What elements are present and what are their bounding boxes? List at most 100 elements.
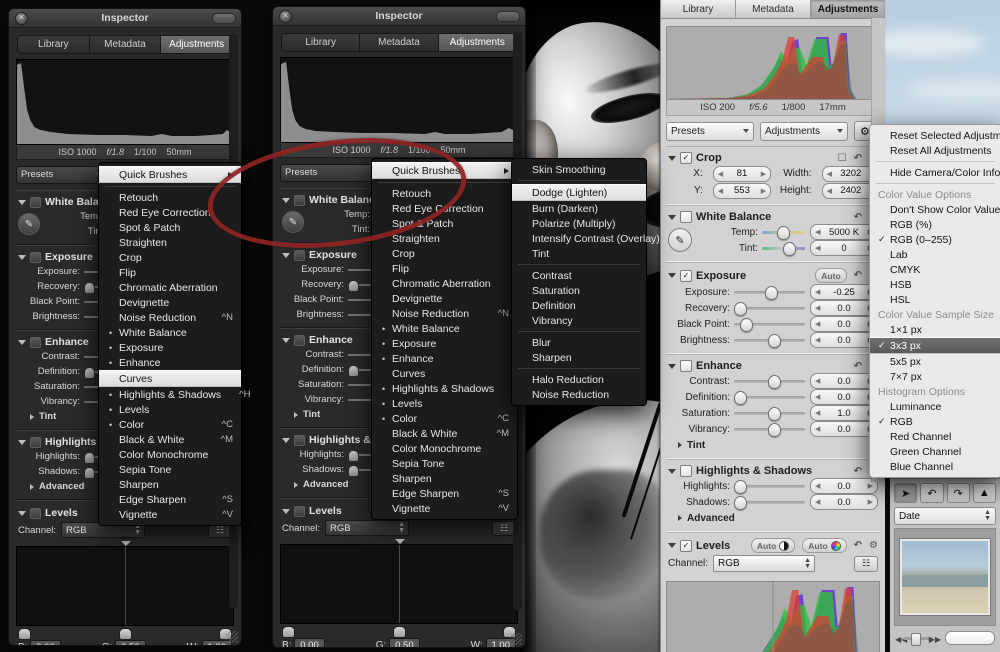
disclosure-triangle-icon[interactable] — [18, 510, 26, 516]
menu-item-retouch[interactable]: Retouch — [99, 190, 241, 205]
levels-black-input[interactable]: 0,00 — [30, 640, 61, 645]
disclosure-triangle-icon[interactable] — [18, 439, 26, 445]
tab-adjustments[interactable]: Adjustments — [161, 36, 232, 53]
disclosure-triangle-icon[interactable] — [18, 199, 26, 205]
menu-item-blur[interactable]: Blur — [512, 335, 646, 350]
black-point-stepper[interactable]: ◀0.0▶ — [810, 316, 878, 332]
disclosure-triangle-icon[interactable] — [282, 437, 290, 443]
presets-dropdown[interactable]: Presets — [666, 121, 754, 141]
reset-icon[interactable]: ↶ — [854, 361, 862, 372]
menu-item-3x3[interactable]: ✓ 3x3 px — [870, 337, 1000, 354]
window-resize-control[interactable] — [496, 10, 520, 22]
enhance-checkbox[interactable] — [680, 360, 692, 372]
menu-item-sharpen[interactable]: Sharpen — [99, 477, 241, 492]
menu-item-color[interactable]: • Color ^C — [372, 411, 517, 426]
tab-adjustments[interactable]: Adjustments — [438, 34, 516, 51]
exposure-slider[interactable] — [734, 286, 805, 300]
enhance-checkbox[interactable] — [294, 334, 305, 346]
reset-icon[interactable]: ↶ — [854, 466, 862, 477]
enhance-tint-sub[interactable]: Tint — [666, 437, 880, 453]
shadows-slider[interactable] — [734, 496, 805, 510]
exposure-auto-button[interactable]: Auto — [815, 268, 847, 283]
exposure-header[interactable]: ✓ Exposure Auto ↶ ⚙ — [666, 267, 880, 284]
levels-auto-luminance-button[interactable]: Auto — [750, 538, 796, 553]
menu-item-quick-brushes[interactable]: Quick Brushes — [372, 162, 517, 179]
menu-item-reset-all[interactable]: Reset All Adjustments — [870, 143, 1000, 158]
highlights-shadows-header[interactable]: Highlights & Shadows ↶ ⚙ — [666, 464, 880, 478]
menu-item-rgb-0-255[interactable]: ✓ RGB (0–255) — [870, 232, 1000, 247]
disclosure-triangle-icon[interactable] — [282, 337, 290, 343]
menu-item-vibrancy[interactable]: Vibrancy — [512, 313, 646, 328]
adjustments-menu-middle[interactable]: Quick Brushes Retouch Red Eye Correction… — [371, 158, 523, 520]
shadows-stepper[interactable]: ◀0.0▶ — [810, 494, 878, 510]
window-resize-control[interactable] — [212, 12, 236, 24]
levels-checkbox[interactable] — [30, 507, 41, 519]
menu-item-black-white[interactable]: Black & White ^M — [372, 426, 517, 441]
menu-item-hsb[interactable]: HSB — [870, 277, 1000, 292]
menu-item-contrast[interactable]: Contrast — [512, 268, 646, 283]
menu-item-straighten[interactable]: Straighten — [99, 235, 241, 250]
search-input[interactable] — [945, 631, 995, 645]
white-balance-checkbox[interactable] — [30, 196, 41, 208]
brightness-slider[interactable] — [734, 334, 805, 348]
highlights-shadows-checkbox[interactable] — [680, 465, 692, 477]
menu-item-hide-camera-color-info[interactable]: Hide Camera/Color Info — [870, 165, 1000, 180]
adjustments-menu-left[interactable]: Quick Brushes Retouch Red Eye Correction… — [98, 162, 250, 526]
crop-y-stepper[interactable]: ◀ 553 ▶ — [712, 182, 772, 199]
menu-item-sharpen-brush[interactable]: Sharpen — [512, 350, 646, 365]
disclosure-triangle-icon[interactable] — [668, 363, 676, 369]
hs-advanced-sub[interactable]: Advanced — [666, 510, 880, 526]
tab-metadata[interactable]: Metadata — [89, 36, 162, 53]
zoom-in-icon[interactable]: ▶▶ — [929, 635, 941, 644]
menu-item-7x7[interactable]: 7×7 px — [870, 369, 1000, 384]
menu-item-red-eye-correction[interactable]: Red Eye Correction — [372, 201, 517, 216]
levels-gray-handle[interactable] — [118, 628, 132, 640]
disclosure-triangle-icon[interactable] — [678, 442, 682, 448]
levels-histogram[interactable] — [666, 581, 880, 652]
exposure-checkbox[interactable] — [294, 249, 305, 261]
presets-dropdown[interactable]: Presets — [280, 163, 382, 182]
crop-checkbox[interactable]: ✓ — [680, 152, 692, 164]
levels-gray-input[interactable]: 0,50 — [389, 638, 420, 647]
levels-header[interactable]: ✓ Levels Auto Auto ↶ ⚙ — [666, 537, 880, 554]
exposure-checkbox[interactable] — [30, 251, 41, 263]
white-balance-header[interactable]: White Balance ↶ ⚙ — [666, 210, 880, 224]
levels-expand-icon[interactable]: ☷ — [854, 555, 878, 572]
eyedropper-icon[interactable]: ✎ — [282, 211, 304, 233]
disclosure-triangle-icon[interactable] — [678, 515, 682, 521]
temp-stepper[interactable]: ◀ 5000 K ▶ — [810, 224, 878, 240]
menu-item-cmyk[interactable]: CMYK — [870, 262, 1000, 277]
menu-item-flip[interactable]: Flip — [372, 261, 517, 276]
disclosure-triangle-icon[interactable] — [294, 481, 298, 488]
tab-adjustments[interactable]: Adjustments — [811, 0, 885, 18]
menu-item-tint[interactable]: Tint — [512, 246, 646, 261]
rotate-left-icon[interactable]: ↶ — [920, 483, 944, 503]
menu-item-green-channel[interactable]: Green Channel — [870, 444, 1000, 459]
menu-item-5x5[interactable]: 5x5 px — [870, 354, 1000, 369]
menu-item-color-monochrome[interactable]: Color Monochrome — [372, 441, 517, 456]
menu-item-dodge-lighten[interactable]: Dodge (Lighten) — [512, 184, 646, 201]
crop-x-stepper[interactable]: ◀ 81 ▶ — [712, 165, 772, 182]
menu-item-spot-patch[interactable]: Spot & Patch — [99, 220, 241, 235]
contrast-stepper[interactable]: ◀0.0▶ — [810, 373, 878, 389]
menu-item-crop[interactable]: Crop — [99, 250, 241, 265]
brightness-stepper[interactable]: ◀0.0▶ — [810, 332, 878, 348]
menu-item-rgb[interactable]: ✓ RGB — [870, 414, 1000, 429]
menu-item-sharpen[interactable]: Sharpen — [372, 471, 517, 486]
recovery-slider[interactable] — [734, 302, 805, 316]
sort-dropdown[interactable]: Date ▲ ▼ — [894, 507, 996, 525]
enhance-header[interactable]: Enhance ↶ ⚙ — [666, 359, 880, 373]
menu-item-noise-reduction[interactable]: Noise Reduction ^N — [372, 306, 517, 321]
adjustments-dropdown[interactable]: Adjustments — [760, 121, 848, 141]
menu-item-hsl[interactable]: HSL — [870, 292, 1000, 307]
white-balance-checkbox[interactable] — [294, 194, 305, 206]
menu-item-enhance[interactable]: • Enhance — [99, 355, 241, 370]
eyedropper-icon[interactable]: ✎ — [18, 213, 40, 235]
close-icon[interactable]: ✕ — [279, 9, 292, 23]
disclosure-triangle-icon[interactable] — [282, 197, 290, 203]
gear-context-menu[interactable]: Reset Selected Adjustment Reset All Adju… — [869, 124, 1000, 478]
menu-item-sepia-tone[interactable]: Sepia Tone — [372, 456, 517, 471]
gear-icon[interactable]: ⚙ — [869, 540, 878, 551]
menu-item-rgb-percent[interactable]: RGB (%) — [870, 217, 1000, 232]
saturation-slider[interactable] — [734, 407, 805, 421]
